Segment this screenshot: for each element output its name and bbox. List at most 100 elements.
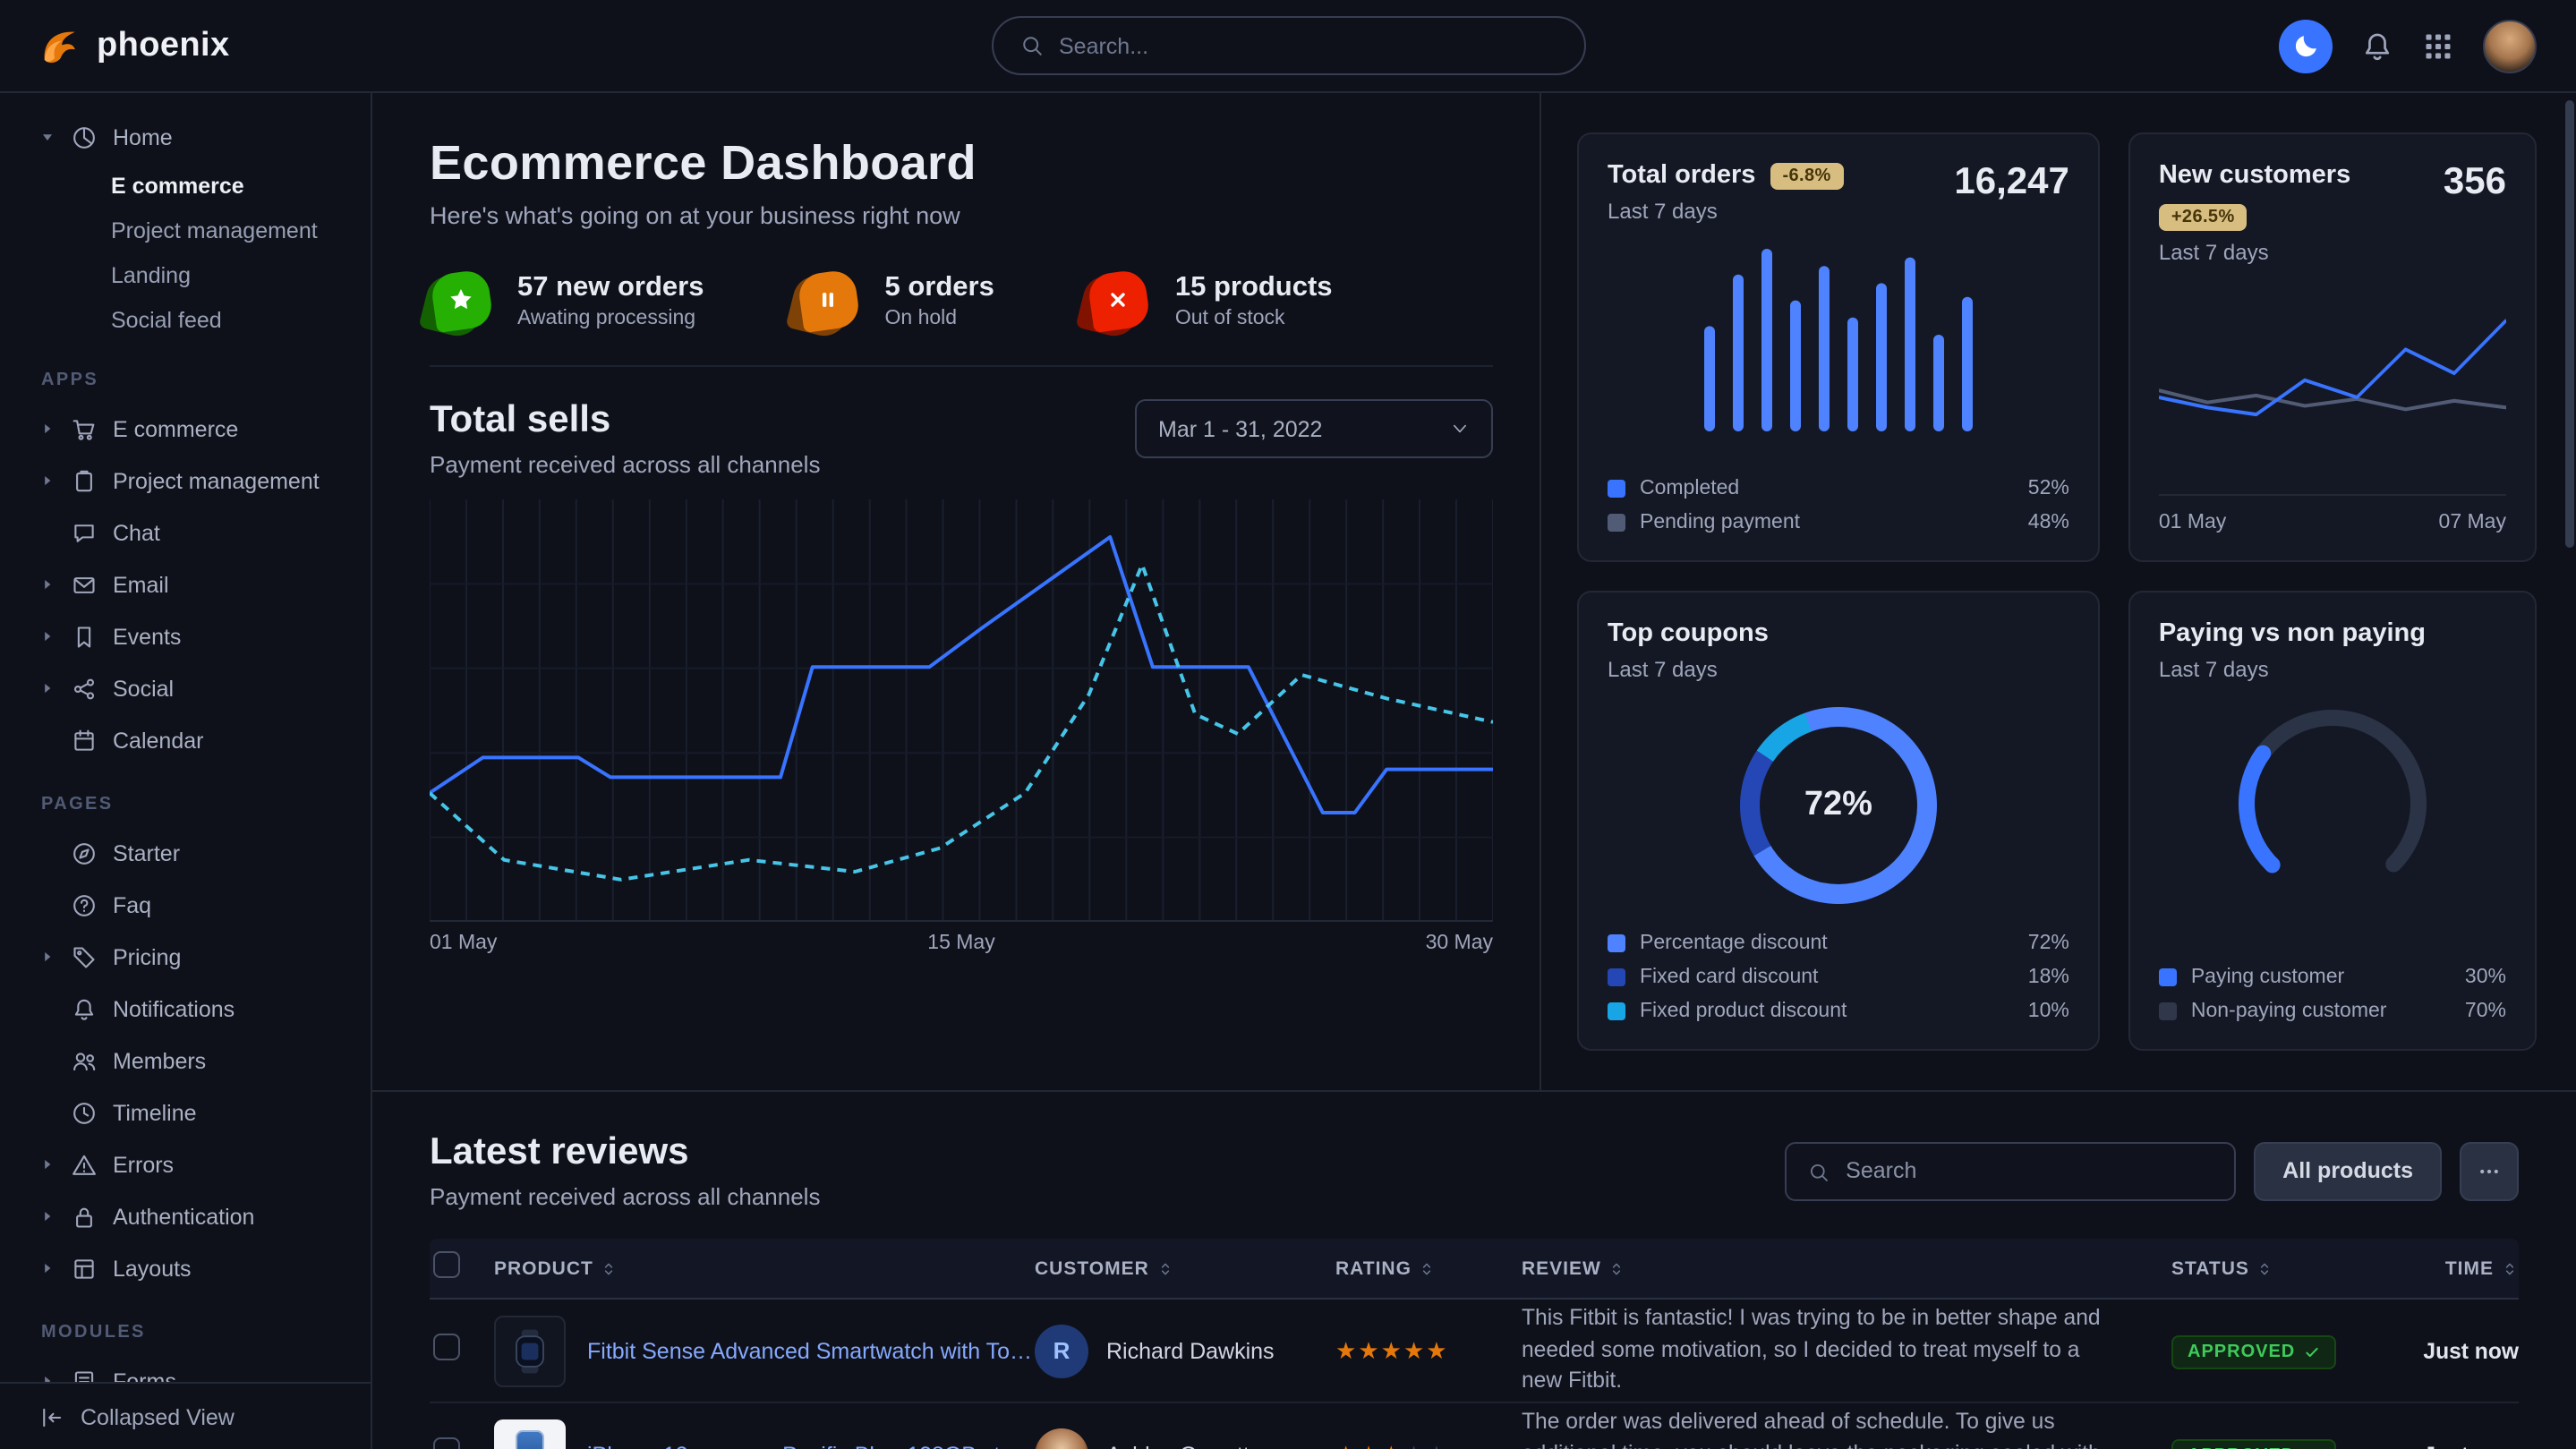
sidebar-item-layouts[interactable]: Layouts [0,1242,371,1294]
dashboard-left-column: Ecommerce Dashboard Here's what's going … [372,93,1541,1090]
stat-orders-on-hold: 5 orders On hold [798,268,994,333]
total-sells-title: Total sells [430,399,820,442]
paying-gauge-chart [2180,689,2485,900]
column-header-rating[interactable]: RATING [1335,1257,1522,1279]
apps-grid-icon[interactable] [2422,30,2454,62]
sort-icon [1156,1259,1174,1277]
sidebar-item-email[interactable]: Email [0,558,371,610]
sidebar-item-pricing[interactable]: Pricing [0,931,371,983]
all-products-button[interactable]: All products [2254,1141,2442,1200]
on-hold-stat-icon [798,268,862,333]
collapsed-view-toggle[interactable]: Collapsed View [0,1382,371,1449]
sort-icon [2501,1259,2519,1277]
sidebar-item-events[interactable]: Events [0,610,371,662]
sidebar-item-calendar[interactable]: Calendar [0,714,371,766]
sidebar-item-errors[interactable]: Errors [0,1138,371,1190]
smartwatch-image [503,1324,557,1377]
user-avatar[interactable] [2483,19,2537,72]
customer-avatar-initial[interactable]: R [1035,1324,1088,1377]
total-sells-chart: 01 May 15 May 30 May [430,499,1493,954]
reviews-search[interactable] [1785,1141,2236,1200]
customer-name: Ashley Garrett [1106,1442,1250,1449]
new-customers-card: New customers +26.5% Last 7 days 356 01 … [2128,132,2537,562]
bell-icon [72,996,97,1021]
sidebar-item-social-feed[interactable]: Social feed [0,297,371,342]
sidebar-section-pages: PAGES [41,795,371,814]
compass-icon [72,840,97,865]
scrollbar[interactable] [2565,100,2574,548]
legend-completed: Completed 52% [1608,478,2069,499]
brand-name: phoenix [97,26,230,65]
column-header-product[interactable]: PRODUCT [494,1257,1035,1279]
sidebar-item-authentication[interactable]: Authentication [0,1190,371,1242]
sidebar-item-starter[interactable]: Starter [0,827,371,879]
new-customers-line-chart [2159,290,2506,490]
sidebar-item-project-management-app[interactable]: Project management [0,455,371,507]
sort-icon [2256,1259,2274,1277]
total-sells-line-chart [430,499,1493,922]
customer-avatar-photo[interactable] [1035,1428,1088,1449]
notifications-bell-icon[interactable] [2361,30,2393,62]
rating-stars: ★★★★★ [1335,1339,1522,1362]
column-header-review[interactable]: REVIEW [1522,1257,2171,1279]
product-link[interactable]: iPhone 13 pro max-Pacific Blue-128GB sto… [587,1442,1035,1449]
global-search[interactable] [991,16,1585,75]
sidebar-group-home[interactable]: Home [0,111,371,163]
column-header-customer[interactable]: CUSTOMER [1035,1257,1335,1279]
row-checkbox[interactable] [433,1436,460,1449]
clipboard-icon [72,468,97,493]
sort-icon [1608,1259,1626,1277]
total-sells-x-axis: 01 May 15 May 30 May [430,933,1493,954]
cart-icon [72,416,97,441]
bookmark-icon [72,624,97,649]
more-options-button[interactable] [2460,1141,2519,1200]
search-icon [1019,34,1043,57]
paying-vs-non-paying-card: Paying vs non paying Last 7 days Paying … [2128,591,2537,1051]
sort-icon [601,1259,618,1277]
status-badge: APPROVED [2171,1334,2336,1368]
sidebar-item-ecommerce-app[interactable]: E commerce [0,403,371,455]
caret-right-icon [39,628,55,644]
reviews-search-input[interactable] [1846,1158,2213,1183]
caret-right-icon [39,1156,55,1172]
sidebar-item-chat[interactable]: Chat [0,507,371,558]
global-search-input[interactable] [1059,33,1557,58]
caret-right-icon [39,680,55,696]
navbar-actions [2279,19,2537,72]
column-header-time[interactable]: TIME [2379,1257,2519,1279]
status-badge: APPROVED [2171,1438,2336,1449]
caret-right-icon [39,949,55,965]
sidebar-item-social[interactable]: Social [0,662,371,714]
product-image-iphone [494,1419,566,1449]
caret-right-icon [39,576,55,592]
product-link[interactable]: Fitbit Sense Advanced Smartwatch with To… [587,1338,1035,1363]
sidebar-item-landing[interactable]: Landing [0,252,371,297]
stat-new-orders: 57 new orders Awating processing [430,268,704,333]
legend-pending-payment: Pending payment 48% [1608,512,2069,533]
sidebar-item-notifications[interactable]: Notifications [0,983,371,1035]
review-text: The order was delivered ahead of schedul… [1522,1407,2171,1449]
date-range-select[interactable]: Mar 1 - 31, 2022 [1135,399,1493,458]
row-checkbox[interactable] [433,1333,460,1360]
reviews-table-header: PRODUCT CUSTOMER RATING REVIEW STATUS TI… [430,1239,2519,1300]
layout-icon [72,1256,97,1281]
collapse-sidebar-icon [39,1404,64,1429]
sidebar-item-project-management[interactable]: Project management [0,208,371,252]
total-orders-card: Total orders -6.8% Last 7 days 16,247 Co… [1577,132,2100,562]
column-header-status[interactable]: STATUS [2171,1257,2379,1279]
share-icon [72,676,97,701]
envelope-icon [72,572,97,597]
star-icon [448,286,474,313]
theme-toggle-button[interactable] [2279,19,2333,72]
sort-icon [1419,1259,1437,1277]
new-customers-badge: +26.5% [2159,204,2248,231]
iphone-image [516,1430,544,1449]
sidebar-item-faq[interactable]: Faq [0,879,371,931]
sidebar-item-members[interactable]: Members [0,1035,371,1087]
sidebar-item-timeline[interactable]: Timeline [0,1087,371,1138]
total-sells-subtitle: Payment received across all channels [430,451,820,478]
new-customers-x-axis: 01 May 07 May [2159,494,2506,533]
sidebar-item-ecommerce[interactable]: E commerce [0,163,371,208]
brand[interactable]: phoenix [36,22,230,69]
select-all-checkbox[interactable] [433,1250,460,1277]
